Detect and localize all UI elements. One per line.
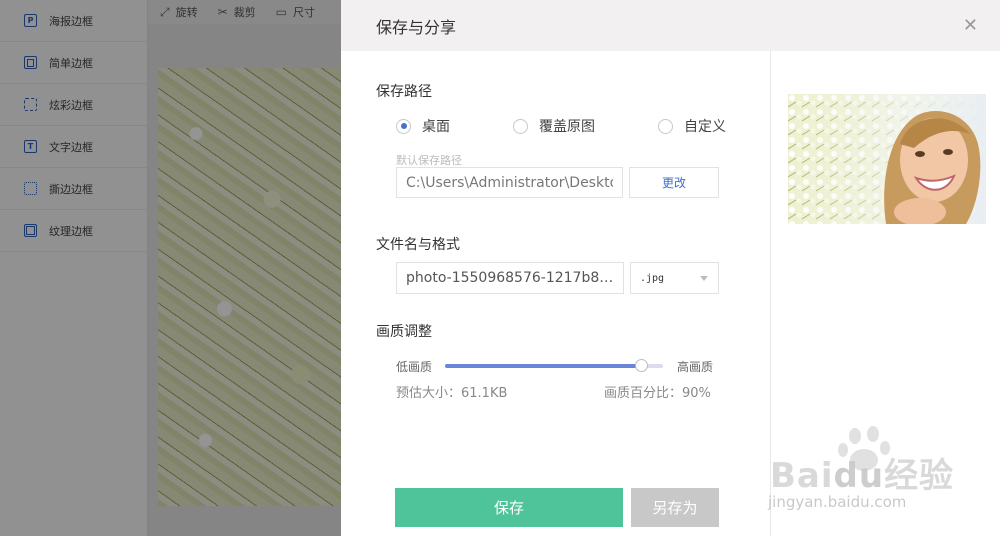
radio-label: 覆盖原图	[539, 119, 595, 135]
radio-selected-icon	[396, 118, 411, 134]
low-quality-label: 低画质	[396, 359, 433, 374]
radio-empty-icon	[658, 118, 673, 134]
quality-slider-handle[interactable]	[635, 359, 649, 372]
save-button[interactable]: 保存	[395, 488, 623, 527]
format-value: .jpg	[640, 272, 665, 284]
save-settings-panel: 保存路径 桌面 覆盖原图 自定义 默认保存路径 更改 文件名与格式 .jpg 画…	[341, 51, 771, 536]
image-preview	[788, 94, 986, 224]
save-path-title: 保存路径	[376, 84, 432, 100]
estimated-size: 预估大小：61.1KB	[396, 386, 508, 401]
format-select[interactable]: .jpg	[630, 262, 719, 294]
dialog-title: 保存与分享	[376, 17, 457, 37]
close-icon[interactable]: ✕	[963, 16, 978, 35]
radio-label: 自定义	[684, 119, 726, 135]
file-name-input[interactable]	[396, 262, 624, 294]
save-path-input[interactable]	[396, 167, 623, 198]
quality-slider-fill	[445, 364, 642, 368]
radio-desktop[interactable]: 桌面	[396, 116, 450, 136]
chevron-down-icon	[700, 275, 708, 281]
radio-label: 桌面	[422, 119, 450, 135]
quality-slider-row: 低画质 高画质	[396, 358, 720, 374]
radio-empty-icon	[513, 118, 528, 134]
watermark-brand-tail: 经验	[884, 456, 955, 496]
default-path-label: 默认保存路径	[396, 154, 462, 167]
watermark-paw-glyph: du	[833, 456, 885, 496]
file-name-format-title: 文件名与格式	[376, 237, 460, 253]
quality-percent: 画质百分比：90%	[604, 386, 711, 401]
radio-overwrite[interactable]: 覆盖原图	[513, 116, 595, 136]
save-as-button[interactable]: 另存为	[631, 488, 719, 527]
quality-slider[interactable]	[445, 359, 664, 372]
watermark-brand-text: Bai	[770, 456, 834, 496]
save-location-group: 桌面 覆盖原图 自定义	[396, 116, 726, 136]
change-path-button[interactable]: 更改	[629, 167, 719, 198]
watermark-url: jingyan.baidu.com	[768, 493, 907, 511]
high-quality-label: 高画质	[677, 359, 714, 374]
radio-custom[interactable]: 自定义	[658, 116, 726, 136]
dialog-header: 保存与分享 ✕	[341, 0, 1000, 51]
preview-photo	[788, 94, 986, 224]
watermark-brand: Baidu经验	[770, 448, 954, 497]
quality-title: 画质调整	[376, 324, 432, 340]
